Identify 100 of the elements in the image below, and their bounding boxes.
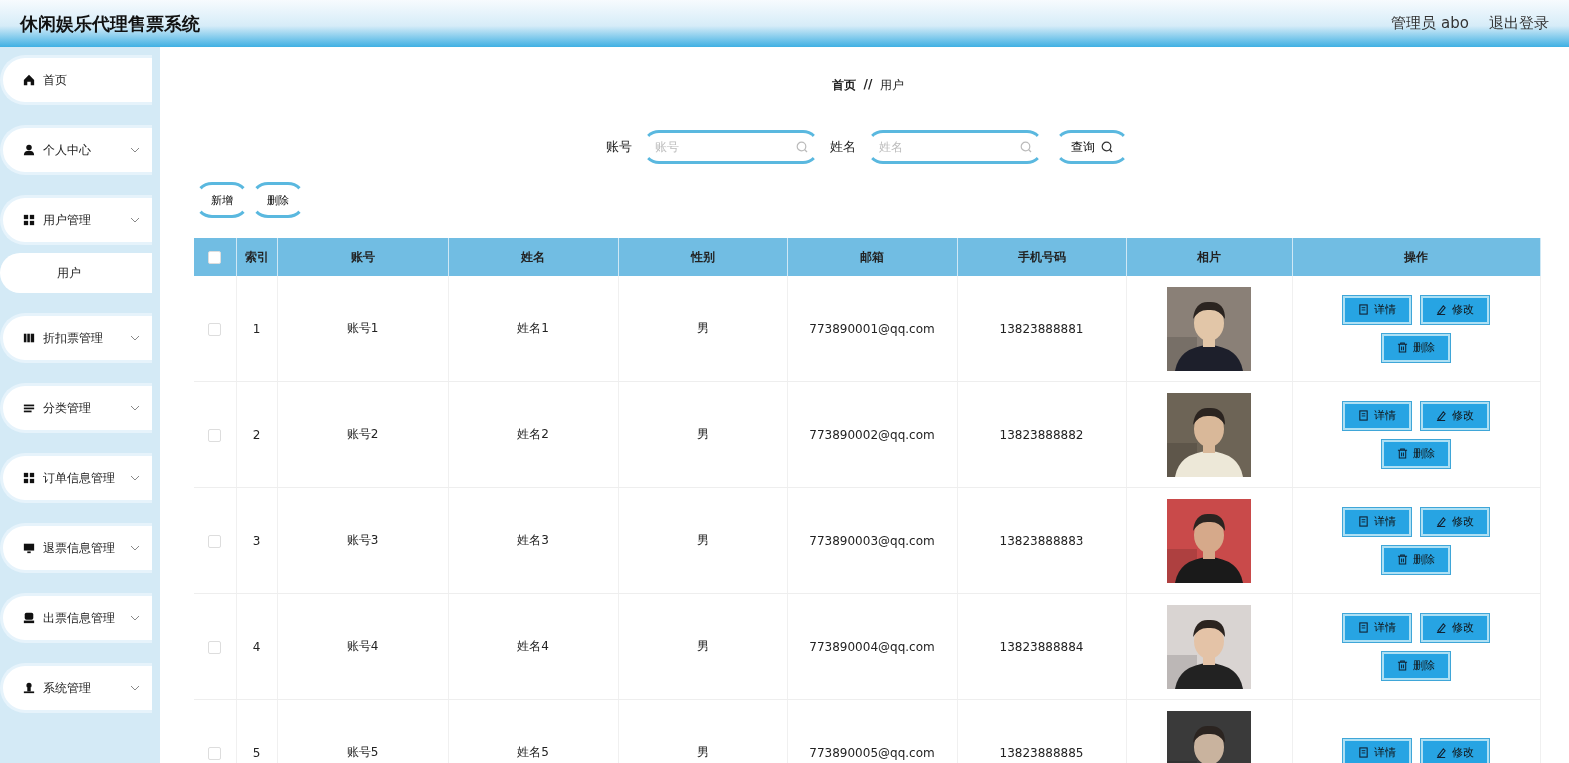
table-cell: 账号5 bbox=[277, 699, 448, 763]
sidebar-item[interactable]: 系统管理 bbox=[0, 663, 152, 713]
delete-button[interactable]: 删除 bbox=[1382, 651, 1451, 680]
pencil-icon bbox=[1436, 516, 1448, 527]
user-icon bbox=[23, 682, 35, 694]
table-cell: 男 bbox=[618, 487, 787, 594]
table-cell: 男 bbox=[618, 699, 787, 763]
row-checkbox[interactable] bbox=[208, 428, 222, 442]
select-all-checkbox[interactable] bbox=[208, 251, 222, 264]
table-cell: 3 bbox=[236, 487, 277, 594]
table-cell: 13823888881 bbox=[957, 276, 1126, 382]
details-button[interactable]: 详情 bbox=[1343, 613, 1412, 642]
sidebar-item[interactable]: 出票信息管理 bbox=[0, 593, 152, 643]
table-cell: 姓名1 bbox=[448, 276, 618, 382]
sidebar-item[interactable]: 退票信息管理 bbox=[0, 523, 152, 573]
row-checkbox[interactable] bbox=[208, 640, 222, 654]
field-label: 账号 bbox=[606, 138, 632, 156]
table-cell: 男 bbox=[618, 593, 787, 700]
table-cell: 4 bbox=[236, 593, 277, 700]
document-icon bbox=[1358, 747, 1370, 758]
edit-button[interactable]: 修改 bbox=[1421, 295, 1490, 324]
chevron-down-icon bbox=[130, 613, 140, 623]
search-icon bbox=[796, 141, 808, 153]
table-cell: 姓名3 bbox=[448, 487, 618, 594]
monitor-icon bbox=[23, 542, 35, 554]
column-header: 性别 bbox=[618, 238, 787, 276]
edit-button[interactable]: 修改 bbox=[1421, 507, 1490, 536]
grid-icon bbox=[23, 472, 35, 484]
column-header: 索引 bbox=[236, 238, 277, 276]
list-icon bbox=[23, 402, 35, 414]
field-label: 姓名 bbox=[830, 138, 856, 156]
delete-button[interactable]: 删除 bbox=[1382, 545, 1451, 574]
trash-icon bbox=[1397, 342, 1409, 353]
sidebar-item[interactable]: 订单信息管理 bbox=[0, 453, 152, 503]
breadcrumb-item[interactable]: 首页 bbox=[831, 77, 856, 94]
chevron-down-icon bbox=[130, 215, 140, 225]
edit-button[interactable]: 修改 bbox=[1421, 401, 1490, 430]
table-cell: 1 bbox=[236, 276, 277, 382]
breadcrumb-separator: // bbox=[863, 77, 873, 93]
table-cell: 13823888883 bbox=[957, 487, 1126, 594]
table-cell: 账号2 bbox=[277, 381, 448, 488]
table-cell: 773890002@qq.com bbox=[787, 381, 957, 488]
table-cell: 账号1 bbox=[277, 276, 448, 382]
table-cell: 账号4 bbox=[277, 593, 448, 700]
chevron-down-icon bbox=[130, 145, 140, 155]
trash-icon bbox=[1397, 554, 1409, 565]
table-cell: 773890001@qq.com bbox=[787, 276, 957, 382]
table-cell: 13823888882 bbox=[957, 381, 1126, 488]
table-cell: 姓名4 bbox=[448, 593, 618, 700]
sidebar-item[interactable]: 折扣票管理 bbox=[0, 313, 152, 363]
sidebar-item[interactable]: 首页 bbox=[0, 55, 152, 105]
logout-link[interactable]: 退出登录 bbox=[1489, 14, 1549, 33]
column-header: 邮箱 bbox=[787, 238, 957, 276]
column-header: 姓名 bbox=[448, 238, 618, 276]
app-title: 休闲娱乐代理售票系统 bbox=[20, 11, 200, 36]
pencil-icon bbox=[1436, 747, 1448, 758]
chevron-down-icon bbox=[130, 333, 140, 343]
trash-icon bbox=[1397, 660, 1409, 671]
document-icon bbox=[1358, 304, 1370, 315]
table-cell: 13823888885 bbox=[957, 699, 1126, 763]
delete-button[interactable]: 删除 bbox=[1382, 439, 1451, 468]
pencil-icon bbox=[1436, 410, 1448, 421]
table-cell: 773890004@qq.com bbox=[787, 593, 957, 700]
chevron-down-icon bbox=[130, 543, 140, 553]
pencil-icon bbox=[1436, 622, 1448, 633]
details-button[interactable]: 详情 bbox=[1343, 738, 1412, 763]
table-cell: 男 bbox=[618, 381, 787, 488]
details-button[interactable]: 详情 bbox=[1343, 295, 1412, 324]
edit-button[interactable]: 修改 bbox=[1421, 738, 1490, 763]
chevron-down-icon bbox=[130, 473, 140, 483]
breadcrumb-item: 用户 bbox=[880, 77, 905, 94]
table-cell: 姓名2 bbox=[448, 381, 618, 488]
column-header: 账号 bbox=[277, 238, 448, 276]
sidebar-item[interactable]: 个人中心 bbox=[0, 125, 152, 175]
trash-icon bbox=[1397, 448, 1409, 459]
search-icon bbox=[1101, 141, 1113, 153]
document-icon bbox=[1358, 516, 1370, 527]
document-icon bbox=[1358, 410, 1370, 421]
table-cell: 男 bbox=[618, 276, 787, 382]
table-cell: 773890005@qq.com bbox=[787, 699, 957, 763]
details-button[interactable]: 详情 bbox=[1343, 401, 1412, 430]
column-header: 相片 bbox=[1126, 238, 1292, 276]
grid-icon bbox=[23, 214, 35, 226]
details-button[interactable]: 详情 bbox=[1343, 507, 1412, 536]
row-checkbox[interactable] bbox=[208, 322, 222, 336]
delete-button[interactable]: 删除 bbox=[1382, 333, 1451, 362]
table-cell: 2 bbox=[236, 381, 277, 488]
row-checkbox[interactable] bbox=[208, 534, 222, 548]
sidebar-item[interactable]: 用户管理 bbox=[0, 195, 152, 245]
chevron-down-icon bbox=[130, 403, 140, 413]
pencil-icon bbox=[1436, 304, 1448, 315]
chevron-down-icon bbox=[130, 683, 140, 693]
column-header: 手机号码 bbox=[957, 238, 1126, 276]
user-label: 管理员 abo bbox=[1391, 14, 1469, 33]
document-icon bbox=[1358, 622, 1370, 633]
home-icon bbox=[23, 74, 35, 86]
sidebar-subitem[interactable]: 用户 bbox=[0, 253, 152, 293]
edit-button[interactable]: 修改 bbox=[1421, 613, 1490, 642]
sidebar-item[interactable]: 分类管理 bbox=[0, 383, 152, 433]
row-checkbox[interactable] bbox=[208, 746, 222, 760]
